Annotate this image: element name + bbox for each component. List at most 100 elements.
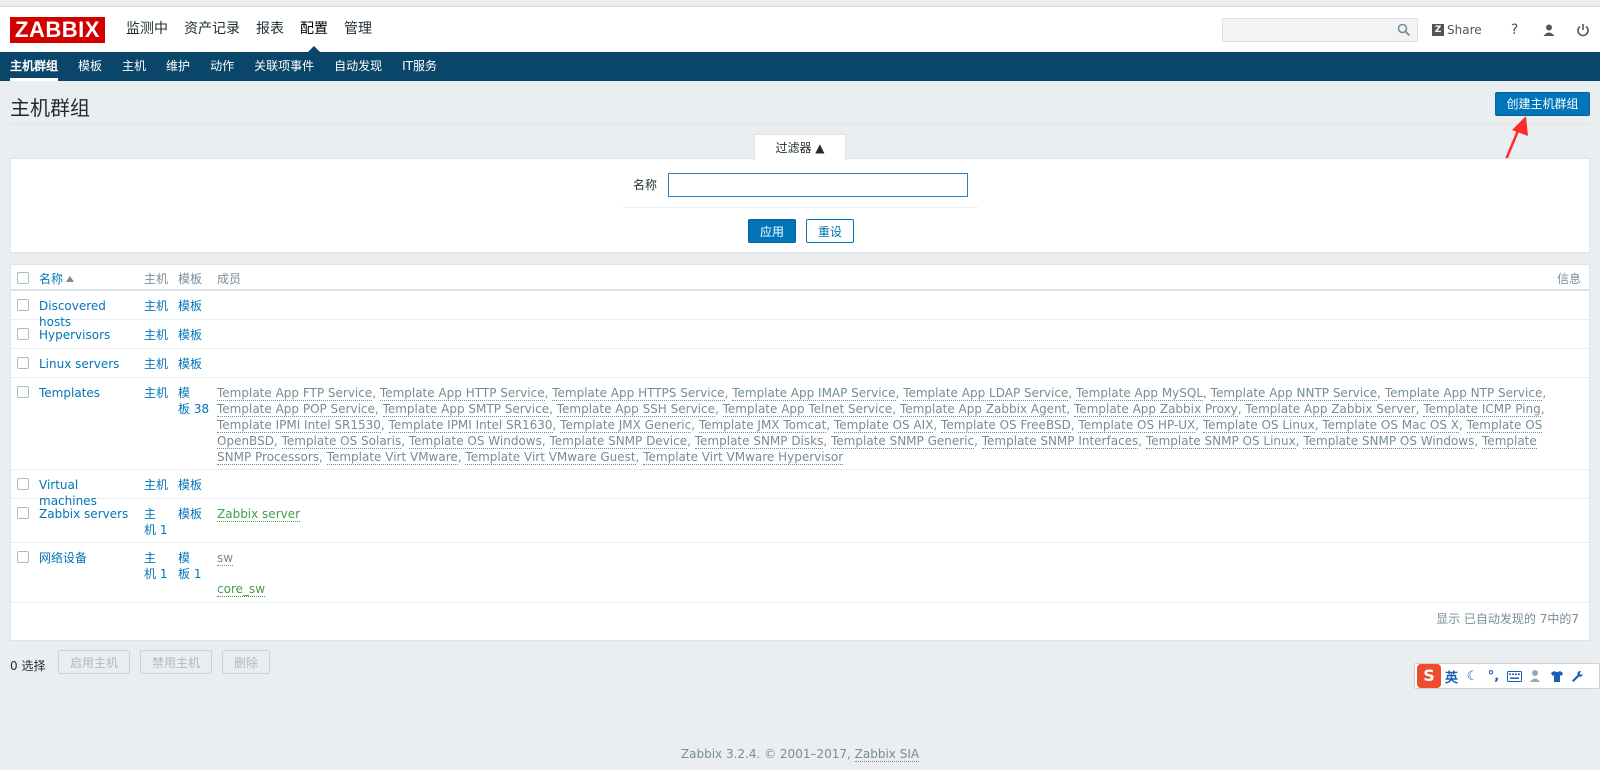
reset-button[interactable]: 重设 bbox=[806, 219, 854, 243]
member-template-sw[interactable]: sw bbox=[217, 551, 234, 566]
member-template-link[interactable]: Template App Zabbix Agent bbox=[899, 402, 1067, 417]
row-checkbox[interactable] bbox=[17, 357, 29, 369]
member-template-link[interactable]: Template App Zabbix Server bbox=[1245, 402, 1416, 417]
member-template-link[interactable]: Template App POP Service bbox=[217, 402, 375, 417]
member-template-link[interactable]: Template App Telnet Service bbox=[722, 402, 893, 417]
templates-link[interactable]: 模板 bbox=[178, 506, 212, 522]
apply-button[interactable]: 应用 bbox=[748, 219, 796, 243]
member-template-link[interactable]: Template Virt VMware Guest bbox=[465, 450, 636, 465]
member-template-link[interactable]: Template OS Windows bbox=[408, 434, 542, 449]
member-template-link[interactable]: Template OS AIX bbox=[833, 418, 934, 433]
filter-name-input[interactable] bbox=[668, 173, 968, 197]
moon-icon[interactable]: ☾ bbox=[1462, 665, 1483, 687]
templates-link[interactable]: 模板 bbox=[178, 298, 212, 314]
search-icon[interactable] bbox=[1397, 23, 1411, 40]
member-template-link[interactable]: Template SNMP Disks bbox=[694, 434, 824, 449]
member-template-link[interactable]: Template ICMP Ping bbox=[1423, 402, 1541, 417]
zabbix-sia-link[interactable]: Zabbix SIA bbox=[854, 747, 920, 762]
sogou-ime-logo[interactable]: S bbox=[1417, 664, 1441, 688]
row-checkbox[interactable] bbox=[17, 478, 29, 490]
row-checkbox[interactable] bbox=[17, 386, 29, 398]
group-name-link[interactable]: Zabbix servers bbox=[39, 506, 139, 522]
subnav-discovery[interactable]: 自动发现 bbox=[334, 52, 382, 81]
disable-hosts-button[interactable]: 禁用主机 bbox=[140, 650, 212, 674]
search-box[interactable] bbox=[1222, 18, 1418, 42]
templates-link[interactable]: 模板 bbox=[178, 477, 212, 493]
group-name-link[interactable]: Hypervisors bbox=[39, 327, 139, 343]
row-checkbox[interactable] bbox=[17, 328, 29, 340]
member-template-link[interactable]: Template SNMP OS Linux bbox=[1145, 434, 1296, 449]
member-template-link[interactable]: Template IPMI Intel SR1630 bbox=[388, 418, 553, 433]
member-template-link[interactable]: Template Virt VMware Hypervisor bbox=[643, 450, 844, 465]
member-template-link[interactable]: Template Virt VMware bbox=[326, 450, 458, 465]
member-template-link[interactable]: Template App SSH Service bbox=[556, 402, 715, 417]
sign-out-power-icon[interactable] bbox=[1572, 19, 1594, 41]
user-profile-icon[interactable] bbox=[1538, 19, 1560, 41]
member-template-link[interactable]: Template App MySQL bbox=[1075, 386, 1204, 401]
subnav-maintenance[interactable]: 维护 bbox=[166, 52, 190, 81]
row-checkbox[interactable] bbox=[17, 299, 29, 311]
member-template-link[interactable]: Template OS Linux bbox=[1202, 418, 1315, 433]
main-nav-reports[interactable]: 报表 bbox=[248, 7, 292, 53]
main-nav-administration[interactable]: 管理 bbox=[336, 7, 380, 53]
zabbix-logo[interactable]: ZABBIX bbox=[10, 17, 105, 43]
member-template-link[interactable]: Template OS Mac OS X bbox=[1322, 418, 1459, 433]
enable-hosts-button[interactable]: 启用主机 bbox=[58, 650, 130, 674]
member-template-link[interactable]: Template App SMTP Service bbox=[382, 402, 550, 417]
member-template-link[interactable]: Template SNMP Interfaces bbox=[981, 434, 1139, 449]
subnav-actions[interactable]: 动作 bbox=[210, 52, 234, 81]
subnav-it-services[interactable]: IT服务 bbox=[402, 52, 437, 81]
member-template-link[interactable]: Template App FTP Service bbox=[217, 386, 373, 401]
group-name-link[interactable]: Templates bbox=[39, 385, 139, 401]
hosts-link[interactable]: 主机 bbox=[144, 327, 174, 343]
punctuation-icon[interactable]: °, bbox=[1483, 665, 1504, 687]
hosts-link[interactable]: 主机 bbox=[144, 298, 174, 314]
row-checkbox[interactable] bbox=[17, 551, 29, 563]
main-nav-inventory[interactable]: 资产记录 bbox=[176, 7, 248, 53]
select-all-checkbox[interactable] bbox=[17, 272, 29, 284]
user-voice-icon[interactable] bbox=[1525, 665, 1546, 687]
member-template-link[interactable]: Template OS Solaris bbox=[281, 434, 402, 449]
member-template-link[interactable]: Template App HTTP Service bbox=[379, 386, 545, 401]
hosts-count-link[interactable]: 主机 1 bbox=[144, 506, 174, 538]
member-template-link[interactable]: Template App IMAP Service bbox=[732, 386, 896, 401]
hosts-link[interactable]: 主机 bbox=[144, 477, 174, 493]
filter-tab[interactable]: 过滤器 ▲ bbox=[754, 134, 846, 160]
share-button[interactable]: Z Share bbox=[1432, 23, 1482, 37]
group-name-link[interactable]: Linux servers bbox=[39, 356, 139, 372]
templates-link[interactable]: 模板 bbox=[178, 356, 212, 372]
member-template-link[interactable]: Template OS HP-UX bbox=[1078, 418, 1196, 433]
member-template-link[interactable]: Template SNMP Device bbox=[549, 434, 688, 449]
member-template-link[interactable]: Template App Zabbix Proxy bbox=[1074, 402, 1238, 417]
row-checkbox[interactable] bbox=[17, 507, 29, 519]
wrench-tools-icon[interactable] bbox=[1567, 665, 1588, 687]
skin-shirt-icon[interactable] bbox=[1546, 665, 1567, 687]
help-icon[interactable]: ? bbox=[1504, 19, 1526, 41]
member-template-link[interactable]: Template JMX Tomcat bbox=[698, 418, 827, 433]
subnav-templates[interactable]: 模板 bbox=[78, 52, 102, 81]
member-template-link[interactable]: Template SNMP Generic bbox=[831, 434, 975, 449]
delete-button[interactable]: 删除 bbox=[222, 650, 270, 674]
hosts-link[interactable]: 主机 bbox=[144, 356, 174, 372]
member-zabbix-server[interactable]: Zabbix server bbox=[217, 507, 301, 522]
member-template-link[interactable]: Template IPMI Intel SR1530 bbox=[217, 418, 381, 433]
keyboard-icon[interactable] bbox=[1504, 665, 1525, 687]
subnav-event-correlation[interactable]: 关联项事件 bbox=[254, 52, 314, 81]
member-template-link[interactable]: Template SNMP OS Windows bbox=[1303, 434, 1475, 449]
main-nav-monitoring[interactable]: 监测中 bbox=[118, 7, 176, 53]
hosts-count-link[interactable]: 主机 1 bbox=[144, 550, 174, 582]
main-nav-configuration[interactable]: 配置 bbox=[292, 7, 336, 53]
templates-link[interactable]: 模板 bbox=[178, 327, 212, 343]
member-host-core-sw[interactable]: core_sw bbox=[217, 582, 266, 597]
group-name-link[interactable]: 网络设备 bbox=[39, 550, 139, 566]
member-template-link[interactable]: Template JMX Generic bbox=[560, 418, 692, 433]
subnav-host-groups[interactable]: 主机群组 bbox=[10, 52, 59, 81]
member-template-link[interactable]: Template App NTP Service bbox=[1384, 386, 1543, 401]
templates-count-link[interactable]: 模板 1 bbox=[178, 550, 212, 582]
subnav-hosts[interactable]: 主机 bbox=[122, 52, 146, 81]
hosts-link[interactable]: 主机 bbox=[144, 385, 174, 401]
ime-language-toggle[interactable]: 英 bbox=[1441, 665, 1462, 687]
member-template-link[interactable]: Template App NNTP Service bbox=[1210, 386, 1378, 401]
templates-count-link[interactable]: 模板 38 bbox=[178, 385, 212, 417]
member-template-link[interactable]: Template OS FreeBSD bbox=[941, 418, 1071, 433]
